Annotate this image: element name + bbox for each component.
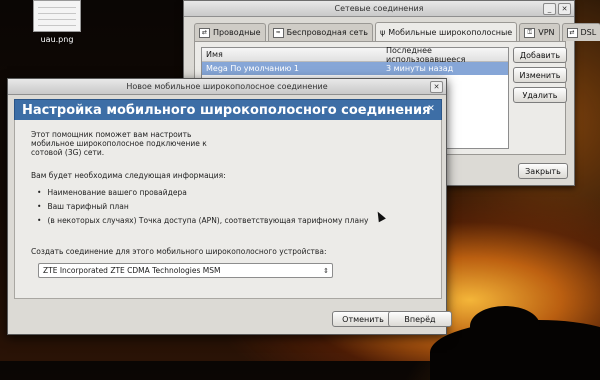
intro-line: мобильное широкополосное подключение к	[31, 139, 207, 148]
minimize-icon[interactable]: _	[543, 3, 556, 15]
column-header-last-used[interactable]: Последнее использовавшееся	[382, 46, 508, 64]
mobile-broadband-icon: ψ	[379, 27, 386, 37]
tab-wired[interactable]: ⇄ Проводные	[194, 23, 266, 41]
network-window-title: Сетевые соединения	[334, 4, 424, 13]
intro-line: сотовой (3G) сети.	[31, 148, 105, 157]
tab-label: Проводные	[213, 28, 261, 37]
column-header-name[interactable]: Имя	[202, 50, 382, 59]
device-select[interactable]: ZTE Incorporated ZTE CDMA Technologies M…	[38, 263, 333, 278]
tab-label: Беспроводная сеть	[286, 28, 368, 37]
connection-last-used: 3 минуты назад	[386, 64, 454, 73]
delete-button[interactable]: Удалить	[513, 87, 567, 103]
close-icon[interactable]: ✕	[558, 3, 571, 15]
device-select-value: ZTE Incorporated ZTE CDMA Technologies M…	[43, 266, 221, 275]
wizard-header: Настройка мобильного широкополосного сое…	[14, 99, 442, 121]
tab-label: VPN	[538, 28, 555, 37]
hill-silhouette	[470, 306, 540, 346]
wizard-window-title: Новое мобильное широкополосное соединени…	[126, 82, 328, 91]
cancel-button[interactable]: Отменить	[332, 311, 394, 327]
list-header: Имя Последнее использовавшееся	[202, 46, 508, 64]
wireless-icon: ≈	[272, 27, 284, 38]
tab-mobile-broadband[interactable]: ψ Мобильные широкополосные	[374, 22, 518, 41]
wizard-titlebar[interactable]: Новое мобильное широкополосное соединени…	[8, 79, 446, 95]
tab-vpn[interactable]: ⚿ VPN	[519, 23, 560, 41]
mobile-broadband-wizard-dialog: Новое мобильное широкополосное соединени…	[7, 78, 452, 335]
desktop-file-icon[interactable]: uau.png	[26, 0, 88, 44]
needed-info-label: Вам будет необходима следующая информаци…	[31, 171, 226, 180]
wired-icon: ⇄	[199, 27, 210, 38]
tab-label: Мобильные широкополосные	[388, 27, 513, 37]
network-window-titlebar[interactable]: Сетевые соединения _ ✕	[184, 1, 574, 17]
edit-button[interactable]: Изменить	[513, 67, 567, 83]
dsl-icon: ⇄	[566, 27, 578, 38]
device-label: Создать соединение для этого мобильного …	[31, 247, 327, 256]
forward-button-label: Вперёд	[404, 314, 436, 324]
image-file-icon	[33, 0, 81, 32]
tab-label: DSL	[580, 28, 597, 37]
cancel-button-label: Отменить	[342, 314, 384, 324]
requirement-item: (в некоторых случаях) Точка доступа (APN…	[37, 216, 368, 225]
table-row[interactable]: Mega По умолчанию 1 3 минуты назад	[202, 62, 508, 75]
wizard-heading: Настройка мобильного широкополосного сое…	[22, 102, 431, 118]
chevron-updown-icon: ⇕	[323, 266, 329, 275]
add-button[interactable]: Добавить	[513, 47, 567, 63]
requirement-item: Ваш тарифный план	[37, 202, 128, 211]
forward-button[interactable]: Вперёд	[388, 311, 452, 327]
connection-name: Mega По умолчанию 1	[206, 64, 300, 73]
tab-dsl[interactable]: ⇄ DSL	[561, 23, 600, 41]
close-icon[interactable]: ✕	[426, 104, 436, 114]
requirement-item: Наименование вашего провайдера	[37, 188, 186, 197]
connection-tabs: ⇄ Проводные ≈ Беспроводная сеть ψ Мобиль…	[194, 22, 600, 41]
desktop-file-label: uau.png	[40, 35, 74, 44]
close-button[interactable]: Закрыть	[518, 163, 568, 179]
tab-wireless[interactable]: ≈ Беспроводная сеть	[267, 23, 373, 41]
vpn-icon: ⚿	[524, 27, 536, 38]
intro-line: Этот помощник поможет вам настроить	[31, 130, 192, 139]
close-icon[interactable]: ✕	[430, 81, 443, 93]
